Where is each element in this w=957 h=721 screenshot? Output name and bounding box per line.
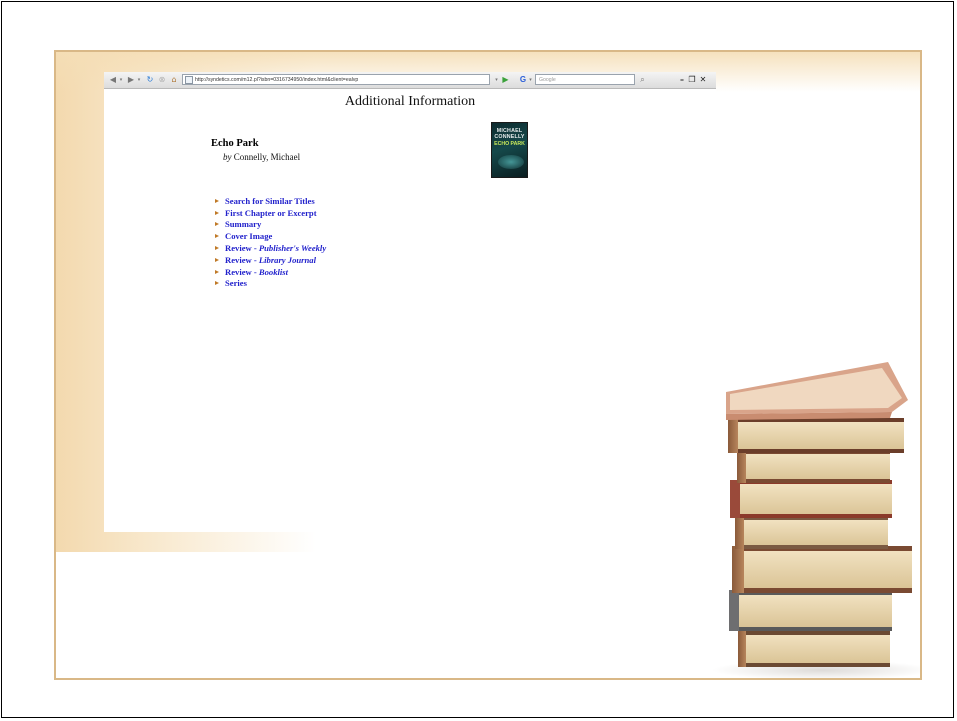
minimize-icon[interactable]: – xyxy=(678,74,686,85)
link-text[interactable]: Series xyxy=(225,278,247,288)
link-text[interactable]: Search for Similar Titles xyxy=(225,196,315,206)
forward-arrow-icon[interactable]: ▶ xyxy=(126,74,136,85)
book-cover-image[interactable]: MICHAEL CONNELLY ECHO PARK xyxy=(491,122,528,178)
browser-toolbar: ◀ ▾ ▶ ▾ ↻ ⊗ ⌂ http://syndetics.com/m12.p… xyxy=(104,72,716,89)
arrow-bullet-icon xyxy=(215,257,219,262)
link-source[interactable]: Publisher's Weekly xyxy=(259,243,326,253)
browser-window: ◀ ▾ ▶ ▾ ↻ ⊗ ⌂ http://syndetics.com/m12.p… xyxy=(104,72,716,532)
close-icon[interactable]: ✕ xyxy=(699,74,707,85)
book-stack-illustration xyxy=(712,362,920,678)
link-text[interactable]: Review - xyxy=(225,255,259,265)
arrow-bullet-icon xyxy=(215,281,219,286)
url-text[interactable]: http://syndetics.com/m12.pl?isbn=0316734… xyxy=(195,77,358,83)
search-icon[interactable]: ⌕ xyxy=(638,74,647,85)
arrow-bullet-icon xyxy=(215,222,219,227)
book xyxy=(732,546,912,593)
book xyxy=(729,590,892,631)
author-name: Connelly, Michael xyxy=(233,152,301,162)
book xyxy=(735,516,888,549)
arrow-bullet-icon xyxy=(215,269,219,274)
link-text[interactable]: First Chapter or Excerpt xyxy=(225,208,317,218)
arrow-bullet-icon xyxy=(215,234,219,239)
slide: ◀ ▾ ▶ ▾ ↻ ⊗ ⌂ http://syndetics.com/m12.p… xyxy=(54,50,922,680)
cover-glow xyxy=(498,155,524,169)
address-dropdown-icon[interactable]: ▾ xyxy=(493,74,500,85)
page-title: Additional Information xyxy=(344,94,476,109)
link-first-chapter[interactable]: First Chapter or Excerpt xyxy=(215,207,326,219)
link-text[interactable]: Review - xyxy=(225,267,259,277)
home-icon[interactable]: ⌂ xyxy=(169,74,179,85)
back-arrow-icon[interactable]: ◀ xyxy=(108,74,118,85)
link-text[interactable]: Summary xyxy=(225,219,261,229)
arrow-bullet-icon xyxy=(215,246,219,251)
open-book xyxy=(726,362,908,420)
back-dropdown-icon[interactable]: ▾ xyxy=(118,74,124,85)
page-icon xyxy=(185,75,193,84)
link-review-booklist[interactable]: Review - Booklist xyxy=(215,266,326,278)
book-author: by Connelly, Michael xyxy=(223,152,300,162)
link-review-library-journal[interactable]: Review - Library Journal xyxy=(215,254,326,266)
link-review-publishers-weekly[interactable]: Review - Publisher's Weekly xyxy=(215,242,326,254)
link-series[interactable]: Series xyxy=(215,278,326,290)
google-icon[interactable]: G xyxy=(518,74,528,85)
by-label: by xyxy=(223,152,232,162)
search-input[interactable]: Google xyxy=(535,74,635,85)
link-source[interactable]: Booklist xyxy=(259,267,288,277)
book xyxy=(738,630,890,667)
link-text[interactable]: Review - xyxy=(225,243,259,253)
link-source[interactable]: Library Journal xyxy=(259,255,316,265)
page-frame: ◀ ▾ ▶ ▾ ↻ ⊗ ⌂ http://syndetics.com/m12.p… xyxy=(1,1,954,718)
cover-author-text: MICHAEL CONNELLY xyxy=(494,128,525,140)
cover-title-text: ECHO PARK xyxy=(494,141,525,147)
refresh-icon[interactable]: ↻ xyxy=(145,74,155,85)
search-engine-dropdown-icon[interactable]: ▾ xyxy=(528,74,533,85)
arrow-bullet-icon xyxy=(215,198,219,203)
link-text[interactable]: Cover Image xyxy=(225,231,272,241)
link-cover-image[interactable]: Cover Image xyxy=(215,230,326,242)
forward-dropdown-icon[interactable]: ▾ xyxy=(136,74,142,85)
stop-icon[interactable]: ⊗ xyxy=(157,74,167,85)
book xyxy=(730,480,892,518)
book xyxy=(728,418,904,453)
address-bar[interactable]: http://syndetics.com/m12.pl?isbn=0316734… xyxy=(182,74,490,85)
arrow-bullet-icon xyxy=(215,210,219,215)
book xyxy=(737,450,890,483)
link-summary[interactable]: Summary xyxy=(215,219,326,231)
info-links-list: Search for Similar Titles First Chapter … xyxy=(215,195,326,289)
book-title: Echo Park xyxy=(211,138,259,149)
go-arrow-icon[interactable]: ▶ xyxy=(501,74,510,85)
restore-icon[interactable]: ❐ xyxy=(688,74,696,85)
link-similar-titles[interactable]: Search for Similar Titles xyxy=(215,195,326,207)
